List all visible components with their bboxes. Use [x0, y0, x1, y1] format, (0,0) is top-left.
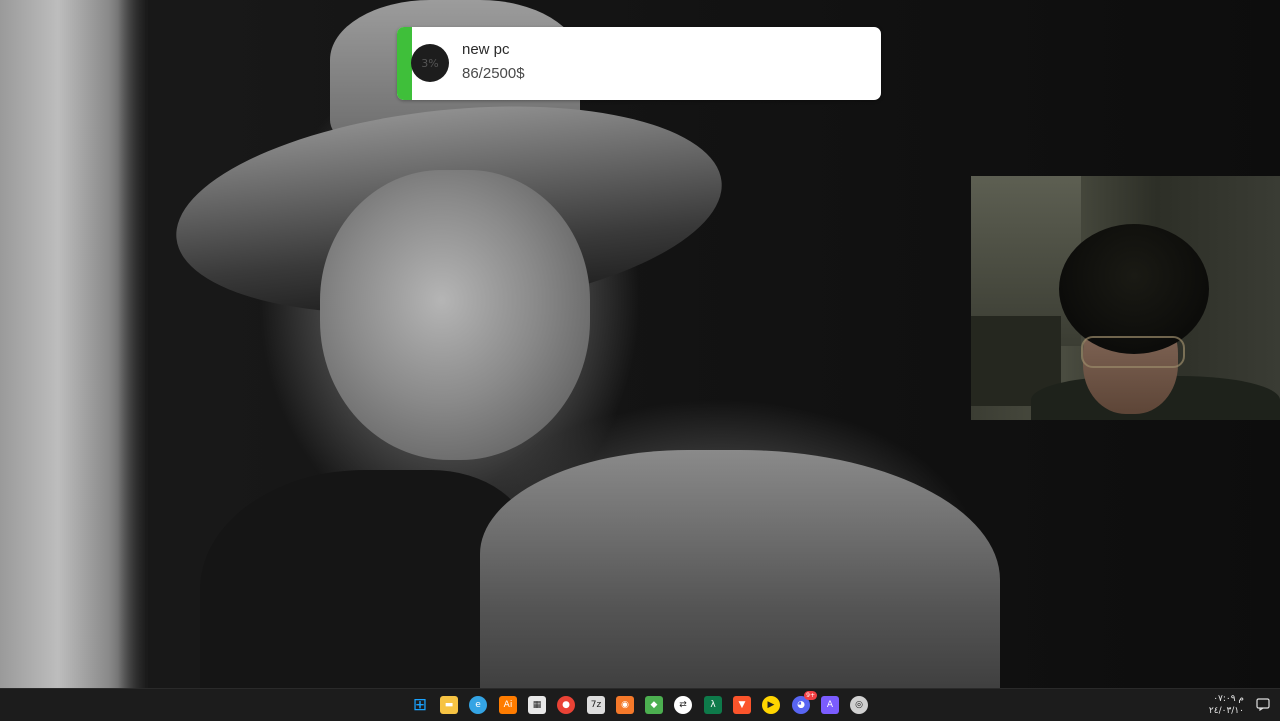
affinity-icon[interactable]: A [821, 696, 839, 714]
chrome-icon[interactable]: ● [557, 696, 575, 714]
illustrator-icon[interactable]: Ai [499, 696, 517, 714]
goal-title: new pc [462, 41, 510, 58]
edge-icon[interactable]: e [469, 696, 487, 714]
7zip-icon[interactable]: 7z [587, 696, 605, 714]
goal-progress-circle: 3% [411, 44, 449, 82]
file-explorer-icon[interactable]: ▬ [440, 696, 458, 714]
taskbar: ⊞ ▬ e Ai ▦ ● 7z ◉ ◆ ⇄ λ ▼ ▶ ◕ 9+ A ◎ م ٠٧:٠٩ ٢٤/٠٣/١٠ [0, 688, 1280, 721]
windows-start-icon[interactable]: ⊞ [411, 695, 429, 715]
notification-icon[interactable] [1256, 698, 1270, 711]
goal-percent-label: 3% [421, 56, 439, 70]
wallpaper-jacket [480, 450, 1000, 688]
discord-icon[interactable]: ◕ 9+ [792, 691, 817, 714]
webcam-overlay [971, 176, 1280, 420]
taskbar-clock[interactable]: م ٠٧:٠٩ ٢٤/٠٣/١٠ [1209, 693, 1244, 717]
media-player-icon[interactable]: ▶ [762, 696, 780, 714]
goal-amount: 86/2500$ [462, 65, 525, 82]
goal-progress-bar [397, 27, 412, 100]
brave-icon[interactable]: ▼ [733, 696, 751, 714]
clock-date: ٢٤/٠٣/١٠ [1208, 706, 1244, 716]
obs-icon[interactable]: ◎ [850, 696, 868, 714]
terminal-lambda-icon[interactable]: λ [704, 696, 722, 714]
discord-notification-badge: 9+ [804, 691, 817, 700]
donation-goal-widget: 3% new pc 86/2500$ [397, 27, 881, 100]
layers-app-icon[interactable]: ◆ [645, 696, 663, 714]
wallpaper-face [320, 170, 590, 460]
clock-time: م ٠٧:٠٩ [1213, 694, 1244, 704]
messaging-app-icon[interactable]: ⇄ [674, 696, 692, 714]
microsoft-store-icon[interactable]: ▦ [528, 696, 546, 714]
blender-icon[interactable]: ◉ [616, 696, 634, 714]
